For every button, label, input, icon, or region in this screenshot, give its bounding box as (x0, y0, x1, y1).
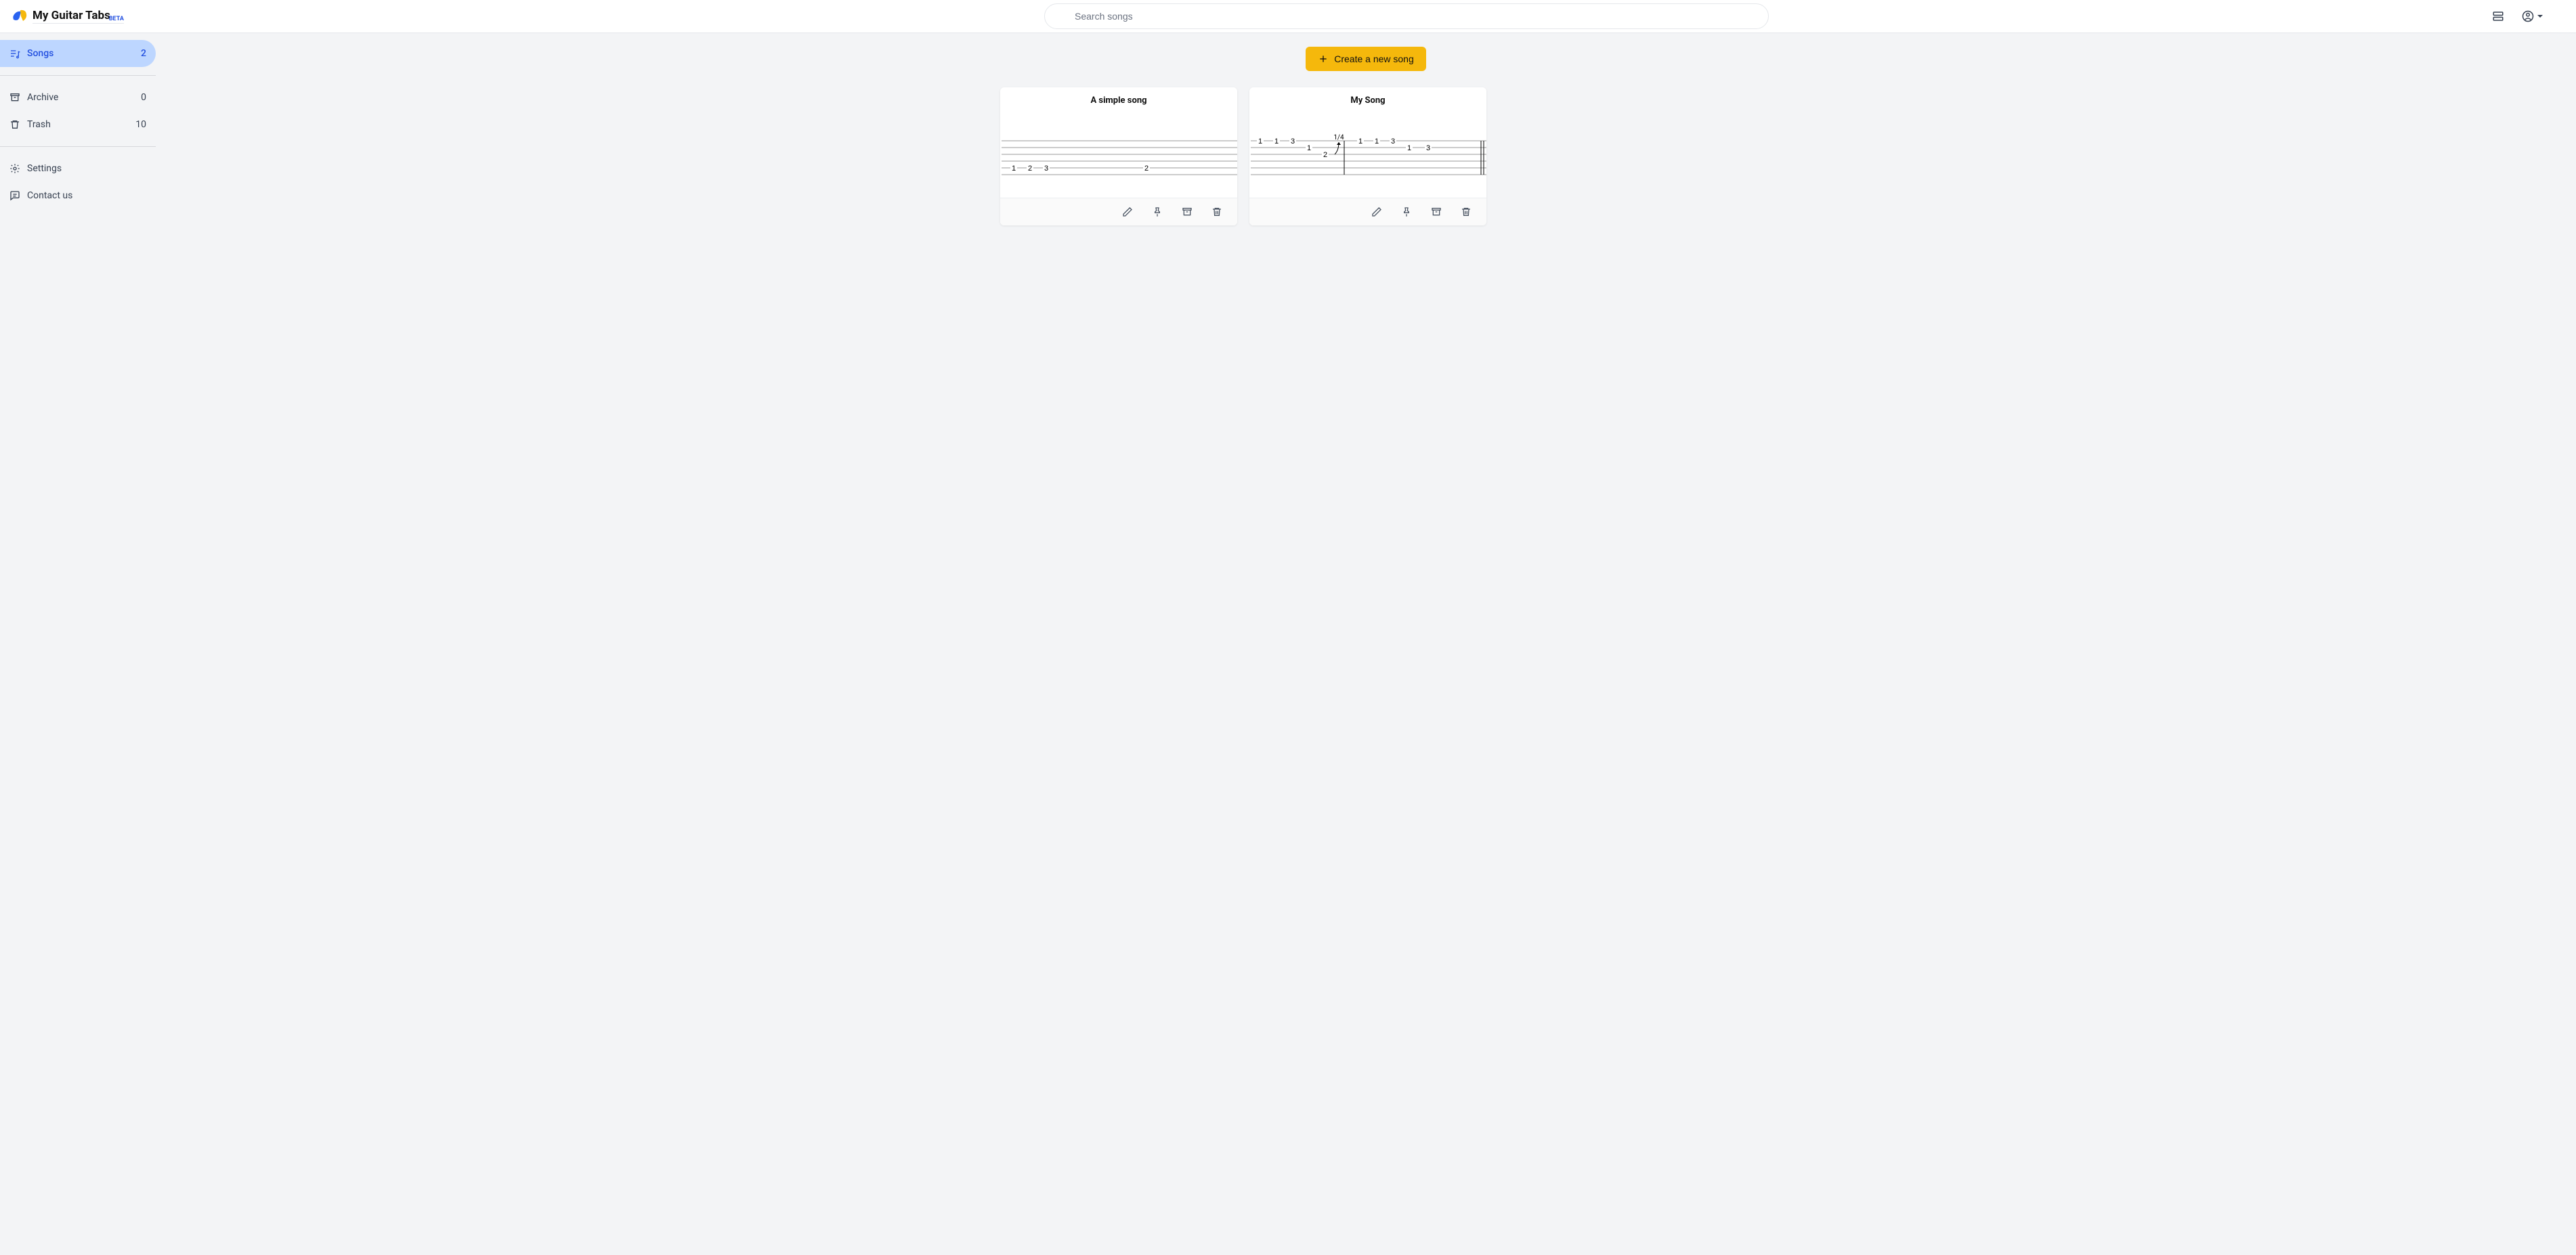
sidebar-item-count: 2 (141, 48, 146, 59)
pin-button[interactable] (1400, 205, 1413, 219)
sidebar-item-count: 0 (141, 92, 146, 103)
archive-icon (1431, 206, 1442, 217)
svg-text:1/4: 1/4 (1333, 134, 1344, 141)
card-actions (1000, 198, 1237, 225)
sidebar-item-label: Songs (27, 48, 53, 59)
trash-icon (1211, 206, 1222, 217)
music-note-icon (9, 48, 20, 59)
sidebar-item-label: Contact us (27, 190, 72, 201)
svg-text:3: 3 (1291, 137, 1295, 146)
pin-icon (1152, 206, 1163, 217)
edit-button[interactable] (1121, 205, 1134, 219)
profile-menu-button[interactable] (2519, 7, 2546, 25)
view-toggle-button[interactable] (2489, 7, 2507, 25)
create-song-button[interactable]: Create a new song (1306, 47, 1426, 71)
header-actions (2489, 7, 2552, 25)
edit-button[interactable] (1370, 205, 1383, 219)
chat-icon (9, 190, 20, 201)
trash-button[interactable] (1210, 205, 1224, 219)
sidebar-item-settings[interactable]: Settings (0, 155, 156, 182)
trash-icon (9, 119, 20, 130)
svg-text:3: 3 (1044, 164, 1048, 173)
trash-icon (1461, 206, 1472, 217)
plus-icon (1318, 53, 1329, 64)
svg-text:3: 3 (1391, 137, 1395, 146)
edit-icon (1371, 206, 1382, 217)
card-actions (1249, 198, 1486, 225)
svg-text:1: 1 (1307, 144, 1311, 152)
song-title: A simple song (1000, 87, 1237, 110)
svg-text:1: 1 (1012, 164, 1016, 173)
gear-icon (9, 163, 20, 174)
sidebar-item-archive[interactable]: Archive 0 (0, 84, 156, 111)
edit-icon (1122, 206, 1133, 217)
sidebar-item-label: Settings (27, 163, 62, 174)
sidebar-item-songs[interactable]: Songs 2 (0, 40, 156, 67)
svg-text:1: 1 (1274, 137, 1279, 146)
sidebar-item-label: Archive (27, 92, 58, 103)
beta-badge: BETA (109, 16, 124, 22)
header: My Guitar Tabs BETA (0, 0, 2576, 33)
svg-text:2: 2 (1323, 151, 1327, 159)
svg-text:3: 3 (1426, 144, 1430, 152)
song-card[interactable]: A simple song 1 2 3 2 (1000, 87, 1237, 225)
svg-text:2: 2 (1144, 164, 1149, 173)
sidebar-item-label: Trash (27, 119, 51, 130)
sidebar-item-contact[interactable]: Contact us (0, 182, 156, 209)
svg-text:1: 1 (1375, 137, 1379, 146)
sidebar: Songs 2 Archive 0 Tra (0, 33, 156, 1255)
song-title: My Song (1249, 87, 1486, 110)
tab-preview: 1/4 1 1 3 1 2 1 1 3 1 3 (1249, 110, 1486, 198)
chevron-down-icon (2537, 13, 2543, 20)
sidebar-item-count: 10 (135, 119, 146, 130)
content-area: Create a new song A simple song1232My So… (156, 33, 2576, 1255)
svg-text:1: 1 (1258, 137, 1262, 146)
song-card[interactable]: My Song 1/4 1 1 3 1 2 1 1 3 1 3 (1249, 87, 1486, 225)
archive-button[interactable] (1430, 205, 1443, 219)
tab-preview: 1 2 3 2 (1000, 110, 1237, 198)
svg-text:2: 2 (1028, 164, 1032, 173)
logo-area[interactable]: My Guitar Tabs BETA (11, 7, 248, 25)
search-input[interactable] (1044, 3, 1769, 29)
pin-icon (1401, 206, 1412, 217)
search-container (248, 3, 2565, 29)
sidebar-item-trash[interactable]: Trash 10 (0, 111, 156, 138)
app-logo-icon (11, 7, 28, 25)
app-name: My Guitar Tabs (33, 9, 110, 22)
divider (0, 146, 156, 147)
create-song-label: Create a new song (1334, 53, 1414, 64)
main-layout: Songs 2 Archive 0 Tra (0, 33, 2576, 1255)
svg-text:1: 1 (1358, 137, 1362, 146)
divider (0, 75, 156, 76)
pin-button[interactable] (1151, 205, 1164, 219)
archive-icon (9, 92, 20, 103)
archive-button[interactable] (1180, 205, 1194, 219)
songs-grid: A simple song 1 2 3 2 My Song 1/4 1 1 3 1 2 1 1 3 1 3 (1000, 87, 1732, 225)
archive-icon (1182, 206, 1193, 217)
svg-text:1: 1 (1407, 144, 1411, 152)
trash-button[interactable] (1459, 205, 1473, 219)
